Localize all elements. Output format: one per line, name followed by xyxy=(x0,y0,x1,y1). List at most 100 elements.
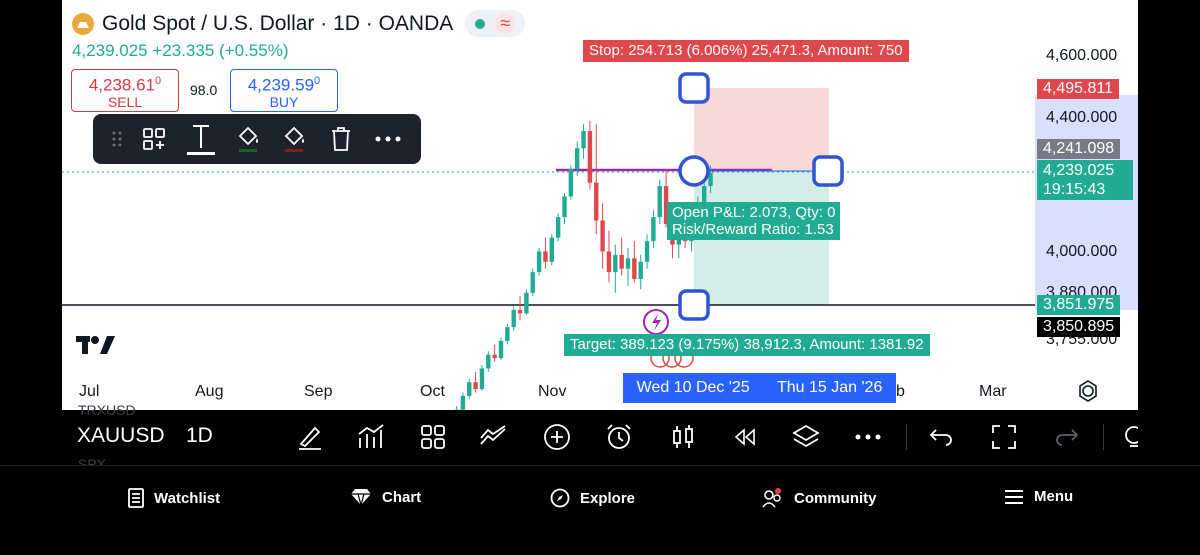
alert-clock-icon[interactable] xyxy=(604,422,634,452)
buy-price: 4,239.59 xyxy=(247,75,315,95)
candle-body xyxy=(467,382,472,396)
price-tick: 4,600.000 xyxy=(1046,47,1118,64)
stop-label[interactable]: Stop: 254.713 (6.006%) 25,471.3, Amount:… xyxy=(583,40,909,62)
symbol-header[interactable]: Gold Spot / U.S. Dollar · 1D · OANDA ≈ xyxy=(72,10,526,37)
nav-menu[interactable]: Menu xyxy=(1004,488,1073,505)
stop-zone xyxy=(694,88,829,171)
candle-body xyxy=(644,241,650,262)
nav-explore-label: Explore xyxy=(580,489,636,507)
hamburger-icon xyxy=(1005,489,1023,504)
buy-price-sup: 0 xyxy=(314,75,321,87)
nav-chart-label: Chart xyxy=(382,488,422,506)
templates-icon[interactable] xyxy=(418,422,448,452)
candle-body xyxy=(594,182,599,221)
compare-icon[interactable] xyxy=(478,422,508,452)
candle-body xyxy=(581,131,586,149)
buy-label: BUY xyxy=(269,93,299,110)
add-widget-icon[interactable] xyxy=(131,114,178,164)
pl-box: Open P&L: 2.073, Qty: 0 Risk/Reward Rati… xyxy=(667,202,841,240)
nav-chart[interactable]: Chart xyxy=(350,488,421,506)
market-open-icon xyxy=(475,18,486,29)
axis-zone xyxy=(1035,95,1138,310)
tradingview-logo-icon xyxy=(76,336,115,354)
candle-body xyxy=(536,251,542,273)
price-tick: 4,000.000 xyxy=(1046,243,1118,260)
symbol-title: Gold Spot / U.S. Dollar · 1D · OANDA xyxy=(102,11,454,35)
candle-body xyxy=(568,168,574,197)
buy-button[interactable]: 4,239.590 BUY xyxy=(230,69,338,112)
current-price: 4,239.025 xyxy=(72,41,148,60)
range-end-handle[interactable] xyxy=(812,155,844,187)
candle-body xyxy=(505,327,510,341)
range-start: Wed 10 Dec '25 xyxy=(636,379,750,396)
candle-body xyxy=(460,395,466,410)
time-tick: Jul xyxy=(79,383,100,400)
candle-body xyxy=(632,258,637,279)
candles-icon[interactable] xyxy=(668,422,698,452)
draw-pen-icon[interactable] xyxy=(295,422,325,452)
entry-price-label: 4,241.098 xyxy=(1037,139,1121,159)
candle-body xyxy=(530,272,535,293)
candle-body xyxy=(524,292,529,314)
more-icon[interactable] xyxy=(364,114,411,164)
candle-body xyxy=(575,148,580,169)
undo-icon[interactable] xyxy=(926,422,956,452)
trash-icon[interactable] xyxy=(318,114,365,164)
price-tick: 3,755.000 xyxy=(1046,331,1118,348)
candle-body xyxy=(479,368,485,390)
risk-reward: Risk/Reward Ratio: 1.53 xyxy=(672,221,834,238)
candle-body xyxy=(651,217,656,242)
date-range-chip: Wed 10 Dec '25 Thu 15 Jan '26 xyxy=(623,373,896,403)
stop-handle[interactable] xyxy=(678,72,710,104)
stop-price-label: 4,495.811 xyxy=(1037,79,1119,99)
add-icon[interactable] xyxy=(542,422,572,452)
layers-icon[interactable] xyxy=(791,422,821,452)
watchlist-icon xyxy=(128,488,144,508)
compass-icon xyxy=(550,488,570,508)
sell-button[interactable]: 4,238.610 SELL xyxy=(71,69,179,112)
indicators-icon[interactable] xyxy=(356,422,386,452)
candle-body xyxy=(492,354,497,359)
fill-bucket-red-icon[interactable] xyxy=(271,114,318,164)
fill-bucket-icon[interactable] xyxy=(224,114,271,164)
timeframe-selector[interactable]: 1D xyxy=(186,424,213,448)
drawing-toolbar[interactable] xyxy=(93,114,421,164)
bottom-navigation: Watchlist Chart Explore Community Menu xyxy=(0,465,1200,555)
price-change: +23.335 (+0.55%) xyxy=(152,41,289,60)
candle-body xyxy=(555,217,561,238)
symbol-selector[interactable]: XAUUSD xyxy=(77,424,165,448)
nav-explore[interactable]: Explore xyxy=(550,488,635,508)
candle-body xyxy=(511,309,516,328)
candle-body xyxy=(498,340,504,359)
candle-body xyxy=(517,309,523,314)
redo-icon[interactable] xyxy=(1052,422,1082,452)
sell-price: 4,238.61 xyxy=(88,75,156,95)
chart-gem-icon xyxy=(351,489,371,506)
text-icon[interactable] xyxy=(178,114,225,164)
countdown: 19:15:43 xyxy=(1043,181,1106,198)
nav-community[interactable]: Community xyxy=(762,488,877,508)
app-window: Gold Spot / U.S. Dollar · 1D · OANDA ≈ 4… xyxy=(0,0,1200,555)
data-delay-icon: ≈ xyxy=(495,13,516,34)
candle-body xyxy=(562,196,567,218)
nav-community-label: Community xyxy=(794,489,877,507)
chart-panel[interactable]: Gold Spot / U.S. Dollar · 1D · OANDA ≈ 4… xyxy=(62,0,1138,410)
last-price: 4,239.025 xyxy=(1043,162,1115,179)
target-label[interactable]: Target: 389.123 (9.175%) 38,912.3, Amoun… xyxy=(564,334,930,356)
price-tick: 4,400.000 xyxy=(1046,109,1118,126)
community-icon xyxy=(762,488,781,508)
entry-handle[interactable] xyxy=(678,155,710,187)
drag-handle-icon[interactable] xyxy=(103,114,131,164)
status-pill[interactable]: ≈ xyxy=(465,10,526,37)
nav-watchlist[interactable]: Watchlist xyxy=(128,488,220,508)
candle-body xyxy=(543,251,548,262)
candle-body xyxy=(657,186,662,218)
candle-body xyxy=(606,251,612,273)
more-tools-icon[interactable] xyxy=(853,422,883,452)
chart-settings-icon[interactable] xyxy=(1079,380,1097,402)
target-handle[interactable] xyxy=(678,289,710,321)
sell-label: SELL xyxy=(107,93,143,110)
ideas-icon[interactable] xyxy=(1120,422,1138,452)
replay-icon[interactable] xyxy=(729,422,759,452)
fullscreen-icon[interactable] xyxy=(989,422,1019,452)
